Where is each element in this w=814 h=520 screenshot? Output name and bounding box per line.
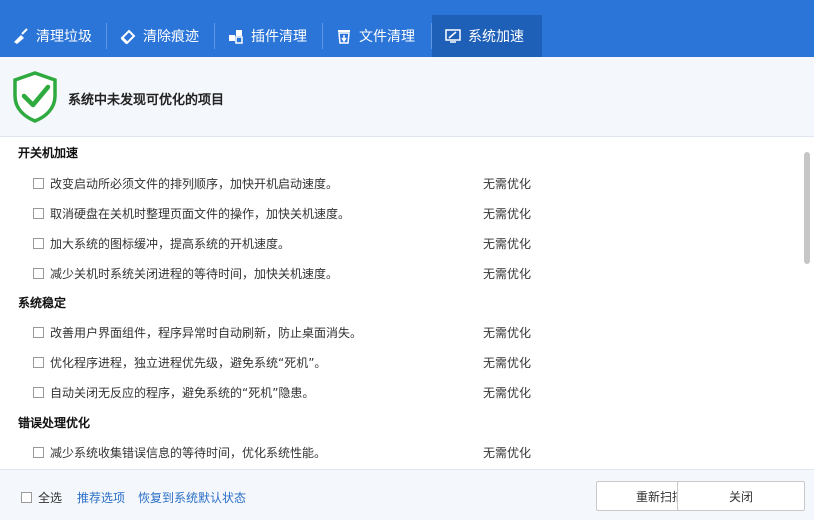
select-all-label: 全选 [38,491,63,505]
select-all-box[interactable] [21,492,32,503]
tab-file-clean[interactable]: 文件清理 [323,15,432,57]
item-status: 无需优化 [483,385,532,400]
section-title: 系统稳定 [18,296,67,310]
item-status: 无需优化 [483,236,532,251]
item-checkbox[interactable] [33,386,44,398]
trash-icon [338,30,350,44]
item-checkbox[interactable] [33,207,44,219]
tab-label: 清除痕迹 [143,29,199,45]
section-title: 开关机加速 [18,146,79,160]
restore-default-link[interactable]: 恢复到系统默认状态 [138,489,246,506]
tab-label: 清理垃圾 [36,29,92,45]
list-item[interactable]: 自动关闭无反应的程序，避免系统的“死机”隐患。 无需优化 [33,382,553,402]
banner-title: 系统中未发现可优化的项目 [68,93,225,108]
item-checkbox[interactable] [33,446,44,458]
footer-bar: 全选 推荐选项 恢复到系统默认状态 重新扫描 关闭 [0,469,814,520]
eraser-icon [120,29,136,45]
tab-clean-junk[interactable]: 清理垃圾 [0,15,107,57]
close-button[interactable]: 关闭 [677,481,805,511]
list-item[interactable]: 优化程序进程，独立进程优先级，避免系统“死机”。 无需优化 [33,352,553,372]
list-item[interactable]: 加大系统的图标缓冲，提高系统的开机速度。 无需优化 [33,233,553,253]
item-text: 优化程序进程，独立进程优先级，避免系统“死机”。 [50,355,327,370]
tab-clear-traces[interactable]: 清除痕迹 [107,15,215,57]
item-text: 改善用户界面组件，程序异常时自动刷新，防止桌面消失。 [50,325,363,340]
item-text: 减少系统收集错误信息的等待时间，优化系统性能。 [50,445,327,460]
item-checkbox[interactable] [33,267,44,279]
tab-system-speedup[interactable]: 系统加速 [432,15,542,57]
item-text: 取消硬盘在关机时整理页面文件的操作，加快关机速度。 [50,206,351,221]
item-checkbox[interactable] [33,356,44,368]
status-banner: 系统中未发现可优化的项目 [0,57,814,137]
item-status: 无需优化 [483,266,532,281]
item-checkbox[interactable] [33,326,44,338]
item-text: 改变启动所必须文件的排列顺序，加快开机启动速度。 [50,176,339,191]
section-title: 错误处理优化 [18,416,91,430]
list-item[interactable]: 减少关机时系统关闭进程的等待时间，加快关机速度。 无需优化 [33,263,553,283]
item-text: 自动关闭无反应的程序，避免系统的“死机”隐患。 [50,385,315,400]
monitor-icon [445,29,461,43]
list-item[interactable]: 改善用户界面组件，程序异常时自动刷新，防止桌面消失。 无需优化 [33,322,553,342]
broom-icon [14,28,28,44]
item-text: 减少关机时系统关闭进程的等待时间，加快关机速度。 [50,266,339,281]
item-status: 无需优化 [483,445,532,460]
item-status: 无需优化 [483,176,532,191]
plugin-icon [229,30,243,44]
item-status: 无需优化 [483,355,532,370]
item-checkbox[interactable] [33,237,44,249]
recommend-link[interactable]: 推荐选项 [77,489,125,506]
list-item[interactable]: 改变启动所必须文件的排列顺序，加快开机启动速度。 无需优化 [33,173,553,193]
tab-label: 系统加速 [468,29,524,45]
item-checkbox[interactable] [33,177,44,189]
list-item[interactable]: 减少系统收集错误信息的等待时间，优化系统性能。 无需优化 [33,442,553,462]
list-item[interactable]: 取消硬盘在关机时整理页面文件的操作，加快关机速度。 无需优化 [33,203,553,223]
item-status: 无需优化 [483,206,532,221]
optimization-list: 开关机加速 改变启动所必须文件的排列顺序，加快开机启动速度。 无需优化 取消硬盘… [0,137,814,468]
scrollbar-thumb[interactable] [804,152,810,264]
tab-label: 文件清理 [359,29,415,45]
tab-bar: 清理垃圾 清除痕迹 插件清理 文件清理 系统加速 [0,0,814,57]
tab-label: 插件清理 [251,29,307,45]
item-text: 加大系统的图标缓冲，提高系统的开机速度。 [50,236,291,251]
shield-check-icon [13,71,57,123]
tab-plugin-clean[interactable]: 插件清理 [215,15,323,57]
item-status: 无需优化 [483,325,532,340]
select-all-checkbox[interactable]: 全选 [21,489,62,506]
